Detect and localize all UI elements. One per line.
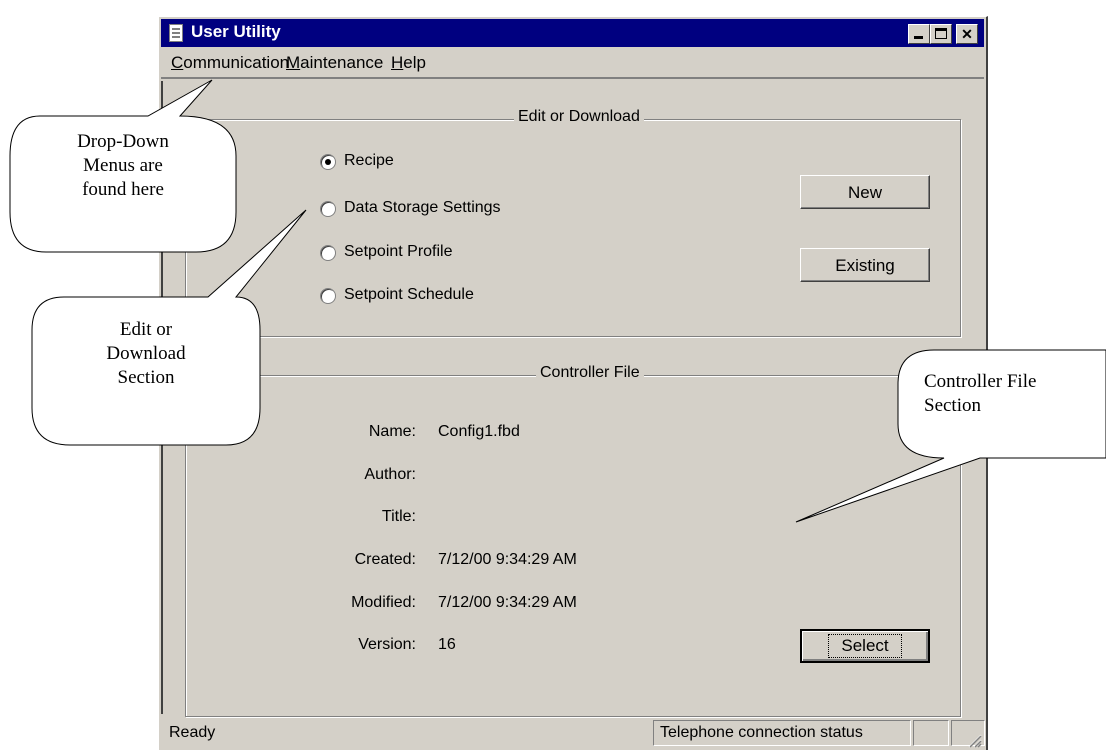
status-pane-empty [913,720,949,746]
menu-maintenance[interactable]: Maintenance [286,53,383,73]
status-ready: Ready [169,724,216,741]
field-value: 16 [438,636,456,653]
close-button[interactable]: ✕ [956,24,978,44]
field-label: Name: [368,423,416,440]
minimize-button[interactable] [908,24,930,44]
callout-line: Menus are [83,155,163,176]
field-label: Title: [381,508,416,525]
callout-controller-file: Controller File Section [794,348,1106,528]
existing-button[interactable]: Existing [800,248,930,282]
menu-help[interactable]: Help [391,53,426,73]
app-icon[interactable] [169,24,183,42]
edit-or-download-title: Edit or Download [514,108,644,126]
maximize-button[interactable] [930,24,952,44]
title-bar[interactable]: User Utility ✕ [161,19,984,47]
field-value: 7/12/00 9:34:29 AM [438,594,577,611]
maximize-icon [935,28,947,39]
callout-line: found here [82,179,164,200]
resize-grip-icon[interactable] [964,730,982,748]
minimize-icon [914,36,923,39]
edit-or-download-group: Edit or Download Recipe Data Storage Set… [185,108,961,337]
radio-indicator[interactable] [320,201,336,217]
telephone-status-text: Telephone connection status [660,724,863,741]
radio-label: Recipe [344,152,394,169]
window-title: User Utility [191,22,281,41]
field-value: Config1.fbd [438,423,520,440]
field-label: Modified: [351,594,416,611]
select-button[interactable]: Select [800,629,930,663]
radio-label: Setpoint Profile [344,243,453,260]
field-value: 7/12/00 9:34:29 AM [438,551,577,568]
select-button-label: Select [828,634,902,658]
telephone-status-pane: Telephone connection status [653,720,911,746]
callout-line: Download [106,343,186,364]
radio-indicator[interactable] [320,288,336,304]
close-icon: ✕ [961,26,973,42]
new-button[interactable]: New [800,175,930,209]
callout-line: Drop-Down [77,131,169,152]
radio-label: Setpoint Schedule [344,286,474,303]
field-label: Created: [354,551,416,568]
status-bar: Ready Telephone connection status [161,716,985,750]
callout-line: Section [117,367,175,388]
field-label: Author: [364,466,416,483]
callout-line: Section [924,395,981,416]
menu-bar: Communication Maintenance Help [161,49,984,79]
radio-label: Data Storage Settings [344,199,501,216]
callout-line: Edit or [119,319,173,340]
radio-indicator[interactable] [320,245,336,261]
radio-indicator[interactable] [320,154,336,170]
controller-file-title: Controller File [536,364,644,382]
field-label: Version: [358,636,416,653]
callout-edit-or-download: Edit or Download Section [30,200,307,450]
callout-line: Controller File [924,371,1037,392]
